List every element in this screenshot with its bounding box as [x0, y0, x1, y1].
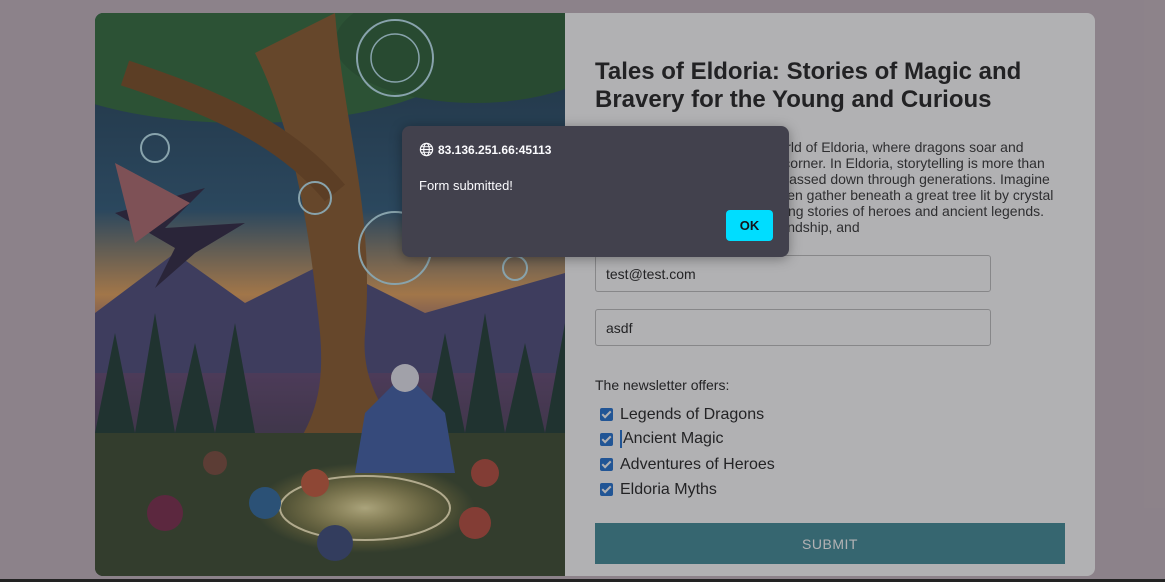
- dialog-message: Form submitted!: [419, 178, 513, 193]
- globe-icon: [419, 142, 434, 157]
- ok-button[interactable]: OK: [726, 210, 773, 241]
- dialog-origin: 83.136.251.66:45113: [438, 142, 552, 157]
- modal-backdrop: [0, 0, 1165, 582]
- alert-dialog: 83.136.251.66:45113 Form submitted! OK: [402, 126, 789, 257]
- dialog-header: 83.136.251.66:45113: [419, 142, 551, 157]
